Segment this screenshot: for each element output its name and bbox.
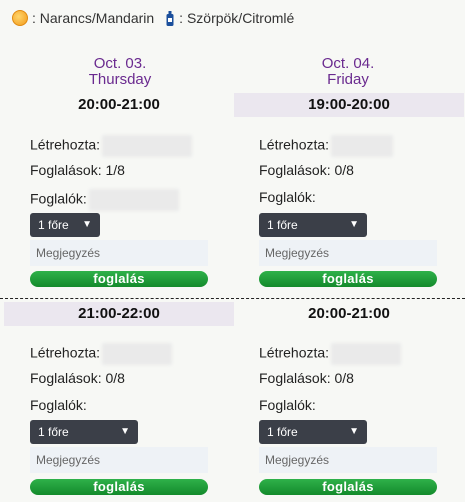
orange-icon (12, 10, 28, 26)
chevron-down-icon: ▼ (349, 219, 359, 230)
creator-label: Létrehozta: (259, 136, 330, 153)
creator-label: Létrehozta: (30, 136, 101, 153)
bookers-redacted (88, 189, 179, 211)
day-weekday: Friday (327, 71, 369, 88)
bookers-label: Foglalók: (259, 397, 316, 413)
day-header-friday: Oct. 04. Friday (268, 56, 428, 88)
bookers-row: Foglalók: (259, 397, 316, 413)
select-value: 1 főre (267, 425, 298, 439)
creator-row: Létrehozta: (30, 135, 193, 157)
creator-name-redacted (331, 343, 402, 365)
book-button[interactable]: foglalás (30, 479, 208, 495)
creator-label: Létrehozta: (30, 344, 101, 361)
day-date: Oct. 03. (93, 55, 147, 72)
bottle-icon (166, 11, 174, 26)
bookings-count: Foglalások: 1/8 (30, 162, 125, 178)
bookers-row: Foglalók: (259, 189, 316, 205)
legend-orange-label: : Narancs/Mandarin (32, 10, 155, 26)
creator-row: Létrehozta: (259, 135, 394, 157)
book-button[interactable]: foglalás (259, 479, 437, 495)
legend: : Narancs/Mandarin : Szörpök/Citromlé (12, 8, 306, 28)
creator-name-redacted (102, 343, 173, 365)
note-input[interactable]: Megjegyzés (30, 447, 208, 473)
people-select[interactable]: 1 főre ▼ (259, 420, 367, 444)
section-divider (0, 298, 465, 299)
legend-syrup: : Szörpök/Citromlé (166, 10, 294, 26)
people-select[interactable]: 1 főre ▼ (30, 213, 100, 237)
note-input[interactable]: Megjegyzés (259, 240, 437, 266)
chevron-down-icon: ▼ (82, 219, 92, 230)
creator-name-redacted (102, 135, 193, 157)
select-value: 1 főre (267, 218, 298, 232)
slot-time: 21:00-22:00 (4, 302, 234, 326)
people-select[interactable]: 1 főre ▼ (30, 420, 138, 444)
day-weekday: Thursday (88, 71, 152, 88)
bookings-count: Foglalások: 0/8 (259, 162, 354, 178)
note-input[interactable]: Megjegyzés (30, 240, 208, 266)
bookers-label: Foglalók: (30, 190, 87, 207)
book-button[interactable]: foglalás (30, 271, 208, 287)
book-button[interactable]: foglalás (259, 271, 437, 287)
bookers-label: Foglalók: (259, 189, 316, 205)
creator-name-redacted (331, 135, 394, 157)
bookings-count: Foglalások: 0/8 (30, 370, 125, 386)
creator-row: Létrehozta: (30, 343, 173, 365)
creator-label: Létrehozta: (259, 344, 330, 361)
slot-time: 20:00-21:00 (78, 96, 160, 113)
people-select[interactable]: 1 főre ▼ (259, 213, 367, 237)
legend-orange: : Narancs/Mandarin (12, 10, 154, 26)
day-date: Oct. 04. (321, 55, 375, 72)
creator-row: Létrehozta: (259, 343, 402, 365)
chevron-down-icon: ▼ (120, 426, 130, 437)
legend-syrup-label: : Szörpök/Citromlé (179, 10, 295, 26)
bookings-count: Foglalások: 0/8 (259, 370, 354, 386)
slot-time: 19:00-20:00 (234, 93, 464, 117)
select-value: 1 főre (38, 425, 69, 439)
chevron-down-icon: ▼ (349, 426, 359, 437)
bookers-label: Foglalók: (30, 397, 87, 413)
bookers-row: Foglalók: (30, 397, 87, 413)
day-header-thursday: Oct. 03. Thursday (40, 56, 200, 88)
select-value: 1 főre (38, 218, 69, 232)
bookers-row: Foglalók: (30, 189, 179, 211)
slot-time: 20:00-21:00 (308, 305, 390, 322)
note-input[interactable]: Megjegyzés (259, 447, 437, 473)
